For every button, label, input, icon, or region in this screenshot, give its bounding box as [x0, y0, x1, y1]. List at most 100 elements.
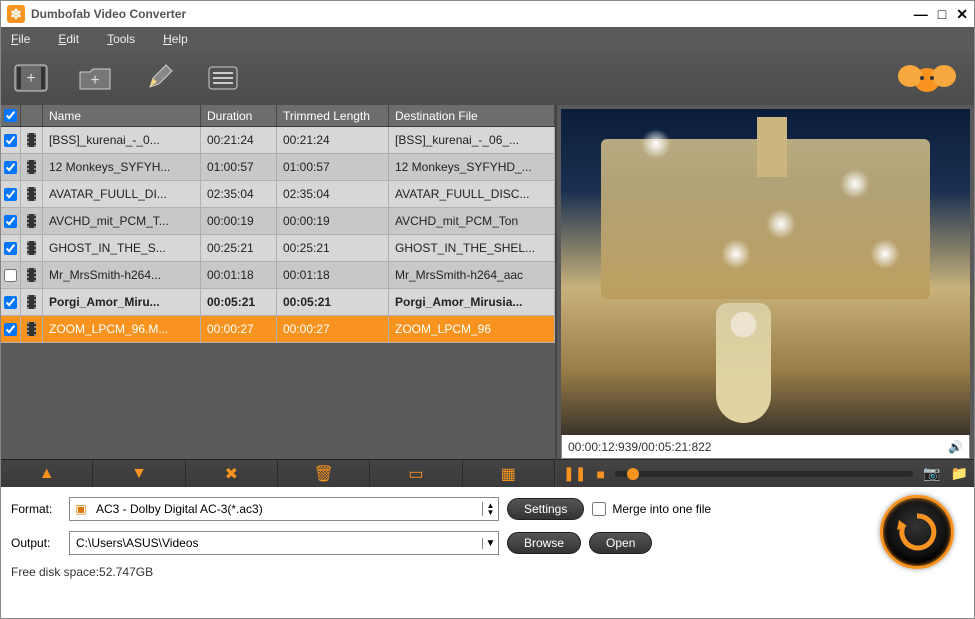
minimize-button[interactable]: —: [914, 6, 928, 23]
seek-slider[interactable]: [615, 471, 913, 477]
move-down-button[interactable]: ▼: [93, 460, 185, 487]
trash-icon: 🗑: [313, 464, 333, 484]
add-folder-icon: +: [78, 64, 112, 92]
row-checkbox[interactable]: [4, 269, 17, 282]
bottom-panel: Format: ▣ AC3 - Dolby Digital AC-3(*.ac3…: [1, 487, 974, 597]
cell-destination: [BSS]_kurenai_-_06_...: [389, 127, 555, 153]
cell-duration: 01:00:57: [201, 154, 277, 180]
cell-destination: 12 Monkeys_SYFYHD_...: [389, 154, 555, 180]
remove-button[interactable]: ✖: [186, 460, 278, 487]
table-row[interactable]: 12 Monkeys_SYFYH...01:00:5701:00:5712 Mo…: [1, 154, 555, 181]
clear-button[interactable]: 🗑: [278, 460, 370, 487]
merge-checkbox[interactable]: [592, 502, 606, 516]
row-checkbox[interactable]: [4, 242, 17, 255]
pause-button[interactable]: ❚❚: [563, 465, 586, 482]
list-view-button[interactable]: [203, 60, 243, 96]
table-row[interactable]: [BSS]_kurenai_-_0...00:21:2400:21:24[BSS…: [1, 127, 555, 154]
row-checkbox[interactable]: [4, 296, 17, 309]
table-row[interactable]: ZOOM_LPCM_96.M...00:00:2700:00:27ZOOM_LP…: [1, 316, 555, 343]
cell-duration: 00:25:21: [201, 235, 277, 261]
video-preview[interactable]: [561, 109, 970, 435]
format-value: AC3 - Dolby Digital AC-3(*.ac3): [92, 502, 482, 516]
svg-text:+: +: [26, 70, 35, 87]
cell-name: Porgi_Amor_Miru...: [43, 289, 201, 315]
cell-name: Mr_MrsSmith-h264...: [43, 262, 201, 288]
cell-name: GHOST_IN_THE_S...: [43, 235, 201, 261]
film-icon: [27, 187, 36, 201]
header-check-all[interactable]: [1, 105, 21, 126]
x-icon: ✖: [225, 464, 238, 484]
cell-destination: GHOST_IN_THE_SHEL...: [389, 235, 555, 261]
maximize-button[interactable]: □: [938, 6, 946, 23]
cell-name: ZOOM_LPCM_96.M...: [43, 316, 201, 342]
format-label: Format:: [11, 502, 61, 516]
list-header: Name Duration Trimmed Length Destination…: [1, 105, 555, 127]
browse-button[interactable]: Browse: [507, 532, 581, 554]
row-checkbox[interactable]: [4, 188, 17, 201]
film-icon: [27, 160, 36, 174]
cell-destination: Porgi_Amor_Mirusia...: [389, 289, 555, 315]
volume-icon[interactable]: 🔊: [948, 440, 963, 454]
cell-duration: 00:05:21: [201, 289, 277, 315]
format-combo[interactable]: ▣ AC3 - Dolby Digital AC-3(*.ac3) ▲▼: [69, 497, 499, 521]
output-label: Output:: [11, 536, 61, 550]
edit-button[interactable]: [139, 60, 179, 96]
output-value: C:\Users\ASUS\Videos: [70, 536, 482, 550]
cell-name: [BSS]_kurenai_-_0...: [43, 127, 201, 153]
header-trimmed[interactable]: Trimmed Length: [277, 105, 389, 126]
output-dropdown-icon[interactable]: ▼: [482, 538, 498, 549]
playback-time: 00:00:12:939/00:05:21:822: [568, 440, 711, 454]
add-file-button[interactable]: +: [11, 60, 51, 96]
header-duration[interactable]: Duration: [201, 105, 277, 126]
move-up-button[interactable]: ▲: [1, 460, 93, 487]
table-row[interactable]: AVCHD_mit_PCM_T...00:00:1900:00:19AVCHD_…: [1, 208, 555, 235]
row-checkbox[interactable]: [4, 134, 17, 147]
header-destination[interactable]: Destination File: [389, 105, 555, 126]
menu-edit[interactable]: Edit: [58, 32, 79, 46]
arrow-up-icon: ▲: [39, 465, 55, 483]
list-action-bar: ▲ ▼ ✖ 🗑 ▭ ▦: [1, 459, 555, 487]
cell-destination: Mr_MrsSmith-h264_aac: [389, 262, 555, 288]
menu-help[interactable]: Help: [163, 32, 188, 46]
output-combo[interactable]: C:\Users\ASUS\Videos ▼: [69, 531, 499, 555]
table-row[interactable]: Mr_MrsSmith-h264...00:01:1800:01:18Mr_Mr…: [1, 262, 555, 289]
menu-file[interactable]: File: [11, 32, 30, 46]
row-checkbox[interactable]: [4, 215, 17, 228]
menu-tools[interactable]: Tools: [107, 32, 135, 46]
settings-button[interactable]: Settings: [507, 498, 584, 520]
open-button[interactable]: Open: [589, 532, 652, 554]
table-row[interactable]: GHOST_IN_THE_S...00:25:2100:25:21GHOST_I…: [1, 235, 555, 262]
title-bar: Dumbofab Video Converter — □ ✕: [1, 1, 974, 27]
cell-name: AVATAR_FUULL_DI...: [43, 181, 201, 207]
stop-button[interactable]: ■: [596, 466, 604, 482]
format-spinner[interactable]: ▲▼: [482, 502, 498, 516]
add-folder-button[interactable]: +: [75, 60, 115, 96]
table-row[interactable]: Porgi_Amor_Miru...00:05:2100:05:21Porgi_…: [1, 289, 555, 316]
preview-panel: 00:00:12:939/00:05:21:822 🔊 ❚❚ ■ 📷 📁: [557, 105, 974, 487]
row-checkbox[interactable]: [4, 323, 17, 336]
file-list-panel: Name Duration Trimmed Length Destination…: [1, 105, 557, 487]
cell-duration: 00:00:27: [201, 316, 277, 342]
pencil-icon: [144, 63, 174, 93]
cell-trimmed: 00:25:21: [277, 235, 389, 261]
snapshot-button[interactable]: 📷: [923, 465, 940, 482]
table-row[interactable]: AVATAR_FUULL_DI...02:35:0402:35:04AVATAR…: [1, 181, 555, 208]
cell-trimmed: 00:00:27: [277, 316, 389, 342]
convert-button[interactable]: [880, 495, 954, 569]
split-button[interactable]: ▦: [463, 460, 555, 487]
cell-trimmed: 02:35:04: [277, 181, 389, 207]
info-button[interactable]: ▭: [370, 460, 462, 487]
split-icon: ▦: [501, 464, 516, 484]
cell-trimmed: 00:05:21: [277, 289, 389, 315]
snapshot-folder-button[interactable]: 📁: [951, 465, 968, 482]
row-checkbox[interactable]: [4, 161, 17, 174]
header-name[interactable]: Name: [43, 105, 201, 126]
cell-trimmed: 00:21:24: [277, 127, 389, 153]
cell-duration: 00:00:19: [201, 208, 277, 234]
time-display-bar: 00:00:12:939/00:05:21:822 🔊: [561, 435, 970, 459]
convert-icon: [895, 510, 939, 554]
playback-controls: ❚❚ ■ 📷 📁: [557, 459, 974, 487]
format-type-icon: ▣: [70, 502, 92, 516]
close-button[interactable]: ✕: [956, 6, 968, 23]
film-icon: [27, 133, 36, 147]
